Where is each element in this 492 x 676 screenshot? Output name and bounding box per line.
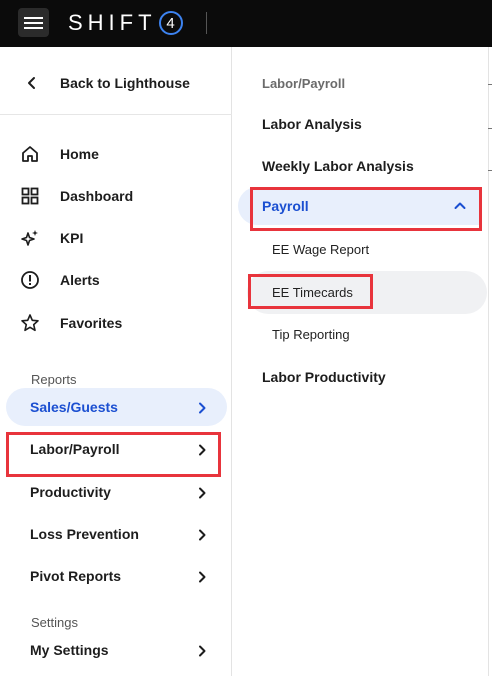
offscreen-content-mark [488, 128, 492, 129]
submenu-item-labor-analysis[interactable]: Labor Analysis [262, 116, 362, 132]
sidebar-item-label: Sales/Guests [30, 399, 118, 415]
chevron-right-icon [199, 487, 206, 499]
sidebar-item-pivot-reports[interactable]: Pivot Reports [6, 557, 227, 595]
submenu-item-weekly-labor-analysis[interactable]: Weekly Labor Analysis [262, 158, 414, 174]
hamburger-menu-button[interactable] [18, 8, 49, 37]
submenu-item-label: Payroll [262, 198, 309, 214]
home-icon [22, 146, 38, 162]
chevron-right-icon [199, 444, 206, 456]
sidebar-item-label: Alerts [60, 272, 100, 288]
sidebar-item-home[interactable]: Home [0, 136, 232, 172]
hamburger-icon [24, 17, 43, 29]
dashboard-grid-icon [21, 187, 39, 205]
sparkle-icon [21, 230, 38, 246]
back-label: Back to Lighthouse [60, 75, 190, 91]
sidebar-item-sales-guests[interactable]: Sales/Guests [6, 388, 227, 426]
sidebar-item-kpi[interactable]: KPI [0, 220, 232, 256]
chevron-right-icon [199, 529, 206, 541]
submenu-item-ee-wage-report[interactable]: EE Wage Report [272, 242, 369, 257]
settings-heading: Settings [31, 615, 78, 630]
back-to-lighthouse-link[interactable]: Back to Lighthouse [0, 65, 232, 101]
sidebar-item-label: Pivot Reports [30, 568, 122, 584]
offscreen-content-mark [488, 84, 492, 85]
alert-circle-icon [21, 271, 39, 289]
submenu-item-tip-reporting[interactable]: Tip Reporting [272, 327, 350, 342]
chevron-right-icon [199, 645, 206, 657]
submenu-heading: Labor/Payroll [262, 76, 346, 91]
chevron-right-icon [199, 571, 206, 583]
star-icon [21, 314, 39, 332]
sidebar-item-dashboard[interactable]: Dashboard [0, 178, 232, 214]
sidebar-item-label: Favorites [60, 315, 123, 331]
submenu-item-ee-timecards[interactable]: EE Timecards [247, 271, 487, 314]
chevron-right-icon [199, 402, 206, 414]
sidebar-item-loss-prevention[interactable]: Loss Prevention [6, 515, 227, 553]
sidebar-item-favorites[interactable]: Favorites [0, 305, 232, 341]
sidebar-item-label: Loss Prevention [30, 526, 139, 542]
sidebar-divider [0, 114, 232, 115]
sidebar-item-label: Labor/Payroll [30, 441, 120, 457]
topbar-divider [206, 12, 207, 34]
shift4-logo[interactable]: SHIFT 4 [68, 9, 183, 37]
sidebar-item-label: KPI [60, 230, 84, 246]
chevron-left-icon [28, 77, 35, 89]
submenu-item-payroll[interactable]: Payroll [238, 187, 480, 225]
sidebar-item-alerts[interactable]: Alerts [0, 262, 232, 298]
sidebar-item-productivity[interactable]: Productivity [6, 473, 227, 511]
submenu-item-label: EE Timecards [272, 285, 353, 300]
sidebar-item-labor-payroll[interactable]: Labor/Payroll [6, 430, 227, 468]
sidebar-item-label: My Settings [30, 642, 109, 658]
chevron-up-icon [454, 202, 466, 209]
offscreen-content-mark [488, 170, 492, 171]
top-bar: SHIFT 4 [0, 0, 492, 47]
brand-text: SHIFT [68, 10, 157, 35]
submenu-item-labor-productivity[interactable]: Labor Productivity [262, 369, 386, 385]
sidebar-item-label: Home [60, 146, 99, 162]
reports-heading: Reports [31, 372, 77, 387]
brand-number: 4 [158, 11, 183, 35]
sidebar-item-my-settings[interactable]: My Settings [6, 631, 227, 669]
sidebar-item-label: Productivity [30, 484, 111, 500]
submenu-right-border [488, 47, 489, 676]
sidebar-item-label: Dashboard [60, 188, 134, 204]
